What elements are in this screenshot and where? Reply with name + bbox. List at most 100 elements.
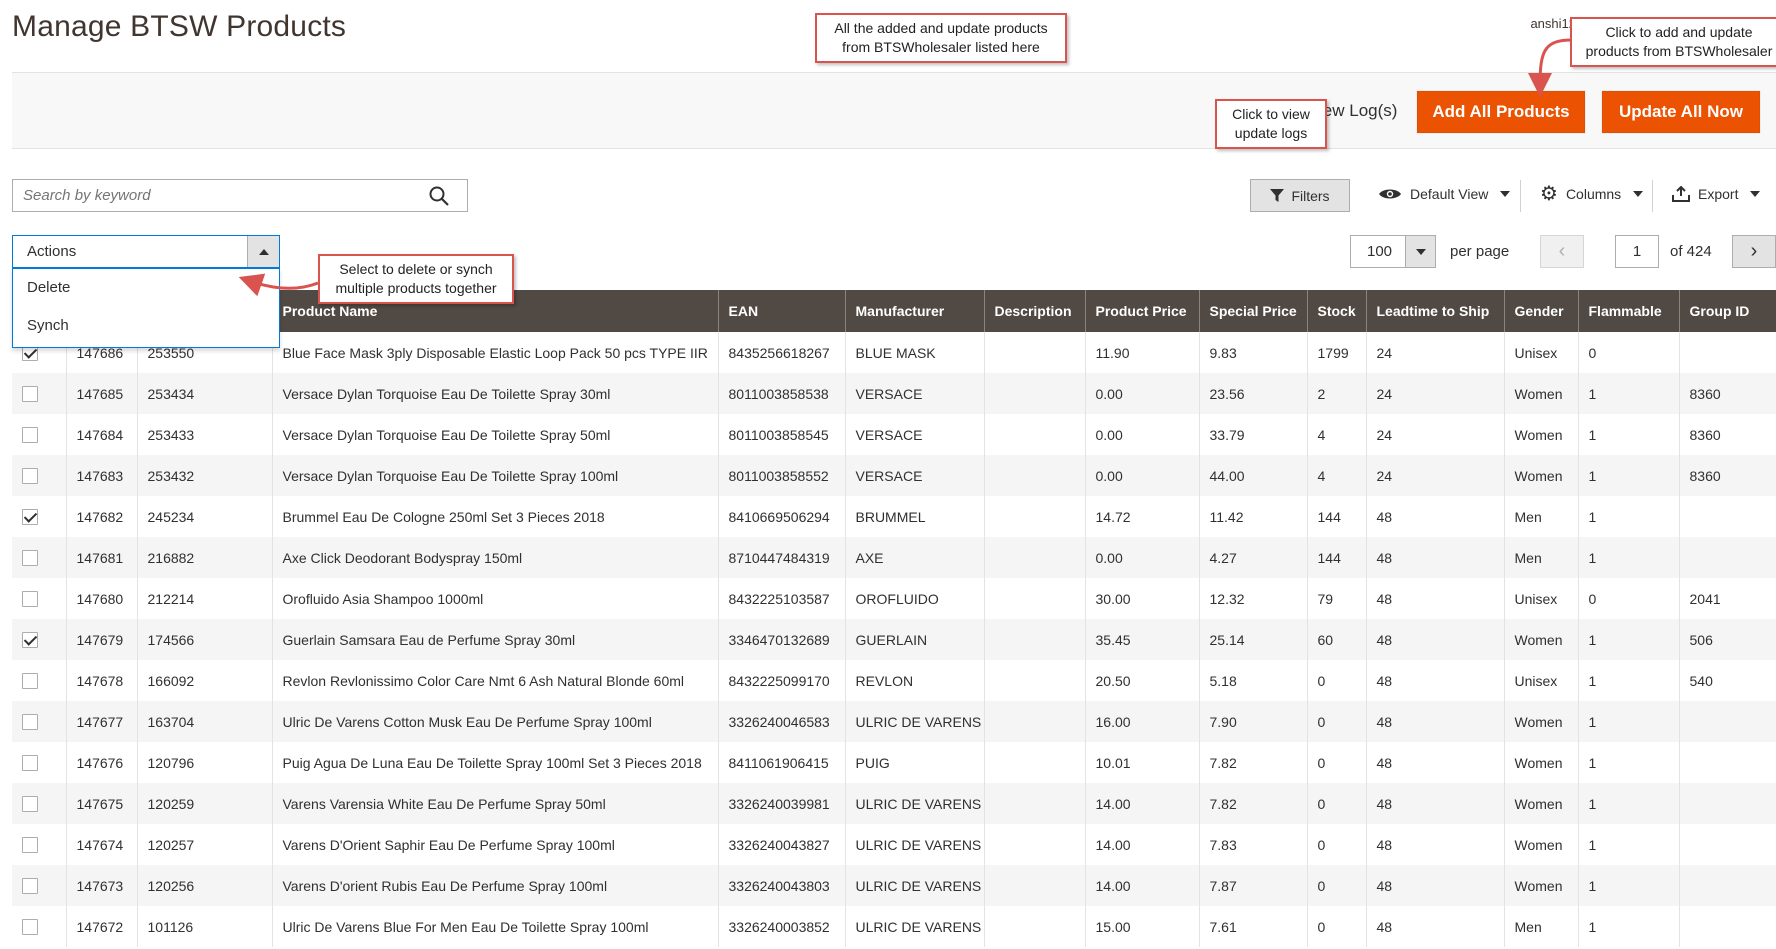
col-header-manufacturer[interactable]: Manufacturer [845,290,985,332]
cell-stock: 0 [1307,701,1367,742]
action-synch[interactable]: Synch [13,307,279,345]
col-header-stock[interactable]: Stock [1307,290,1367,332]
row-checkbox[interactable] [22,550,38,567]
cell-product-price: 20.50 [1085,660,1200,701]
cell-group-id [1679,906,1776,947]
cell-product-name: Revlon Revlonissimo Color Care Nmt 6 Ash… [272,660,719,701]
chevron-up-icon[interactable] [247,236,279,267]
cell-sku: 245234 [137,496,273,537]
row-checkbox[interactable] [22,591,38,608]
default-view-dropdown[interactable]: Default View [1378,186,1511,202]
col-header-leadtime[interactable]: Leadtime to Ship [1366,290,1505,332]
cell-gender: Unisex [1504,660,1579,701]
col-header-product-price[interactable]: Product Price [1085,290,1200,332]
table-row[interactable]: 147682 245234 Brummel Eau De Cologne 250ml… [12,496,1776,537]
table-row[interactable]: 147672 101126 Ulric De Varens Blue For Men… [12,906,1776,947]
cell-manufacturer: AXE [845,537,985,578]
cell-flammable: 0 [1578,578,1680,619]
cell-description [984,660,1086,701]
cell-manufacturer: VERSACE [845,373,985,414]
table-row[interactable]: 147683 253432 Versace Dylan Torquoise Eau … [12,455,1776,496]
current-page-input[interactable]: 1 [1615,235,1659,268]
row-checkbox[interactable] [22,714,38,731]
cell-description [984,332,1086,373]
table-row[interactable]: 147681 216882 Axe Click Deodorant Bodyspra… [12,537,1776,578]
cell-gender: Women [1504,455,1579,496]
cell-product-name: Versace Dylan Torquoise Eau De Toilette … [272,373,719,414]
funnel-icon [1270,188,1285,202]
table-row[interactable]: 147674 120257 Varens D'Orient Saphir Eau D… [12,824,1776,865]
next-page-button[interactable]: › [1732,235,1776,268]
cell-manufacturer: ULRIC DE VARENS [845,865,985,906]
columns-dropdown[interactable]: ⚙ Columns [1540,184,1644,204]
table-row[interactable]: 147677 163704 Ulric De Varens Cotton Musk … [12,701,1776,742]
col-header-flammable[interactable]: Flammable [1578,290,1680,332]
col-header-ean[interactable]: EAN [718,290,846,332]
cell-select [12,537,67,578]
cell-product-price: 16.00 [1085,701,1200,742]
cell-stock: 0 [1307,865,1367,906]
cell-group-id [1679,742,1776,783]
col-header-special-price[interactable]: Special Price [1199,290,1308,332]
cell-stock: 144 [1307,537,1367,578]
cell-special-price: 4.27 [1199,537,1308,578]
row-checkbox[interactable] [22,837,38,854]
update-all-now-button[interactable]: Update All Now [1602,91,1760,133]
row-checkbox[interactable] [22,509,38,526]
export-dropdown[interactable]: Export [1672,186,1761,202]
cell-flammable: 1 [1578,906,1680,947]
cell-special-price: 12.32 [1199,578,1308,619]
cell-gender: Men [1504,537,1579,578]
col-header-gender[interactable]: Gender [1504,290,1579,332]
search-icon[interactable] [429,186,449,206]
prev-page-button[interactable]: ‹ [1540,235,1584,268]
table-row[interactable]: 147673 120256 Varens D'orient Rubis Eau De… [12,865,1776,906]
cell-manufacturer: ULRIC DE VARENS [845,783,985,824]
per-page-select[interactable]: 100 [1350,235,1436,268]
cell-gender: Women [1504,783,1579,824]
cell-ean: 8435256618267 [718,332,846,373]
row-checkbox[interactable] [22,755,38,772]
row-checkbox[interactable] [22,673,38,690]
export-label: Export [1698,186,1739,202]
cell-select [12,578,67,619]
mass-actions-select[interactable]: Actions [12,235,280,268]
cell-id: 147672 [66,906,138,947]
table-row[interactable]: 147685 253434 Versace Dylan Torquoise Eau … [12,373,1776,414]
chevron-down-icon[interactable] [1405,236,1435,267]
row-checkbox[interactable] [22,468,38,485]
cell-gender: Women [1504,414,1579,455]
search-input[interactable] [13,180,413,211]
row-checkbox[interactable] [22,632,38,649]
cell-flammable: 1 [1578,824,1680,865]
callout-add-update: Click to add and update products from BT… [1570,17,1776,67]
cell-id: 147675 [66,783,138,824]
callout-products-listed: All the added and update products from B… [815,13,1067,63]
row-checkbox[interactable] [22,427,38,444]
col-header-group-id[interactable]: Group ID [1679,290,1776,332]
col-header-description[interactable]: Description [984,290,1086,332]
add-all-products-button[interactable]: Add All Products [1417,91,1585,133]
table-row[interactable]: 147680 212214 Orofluido Asia Shampoo 1000m… [12,578,1776,619]
table-row[interactable]: 147678 166092 Revlon Revlonissimo Color Ca… [12,660,1776,701]
row-checkbox[interactable] [22,919,38,936]
table-row[interactable]: 147675 120259 Varens Varensia White Eau De… [12,783,1776,824]
cell-manufacturer: PUIG [845,742,985,783]
row-checkbox[interactable] [22,796,38,813]
cell-description [984,578,1086,619]
table-row[interactable]: 147679 174566 Guerlain Samsara Eau de Perf… [12,619,1776,660]
row-checkbox[interactable] [22,386,38,403]
row-checkbox[interactable] [22,878,38,895]
cell-id: 147676 [66,742,138,783]
table-row[interactable]: 147684 253433 Versace Dylan Torquoise Eau … [12,414,1776,455]
cell-leadtime: 48 [1366,865,1505,906]
table-row[interactable]: 147676 120796 Puig Agua De Luna Eau De Toi… [12,742,1776,783]
cell-ean: 3326240043827 [718,824,846,865]
cell-leadtime: 24 [1366,373,1505,414]
cell-group-id: 540 [1679,660,1776,701]
cell-flammable: 1 [1578,783,1680,824]
cell-leadtime: 48 [1366,660,1505,701]
filters-button[interactable]: Filters [1250,179,1350,212]
action-delete[interactable]: Delete [13,269,279,307]
cell-select [12,906,67,947]
